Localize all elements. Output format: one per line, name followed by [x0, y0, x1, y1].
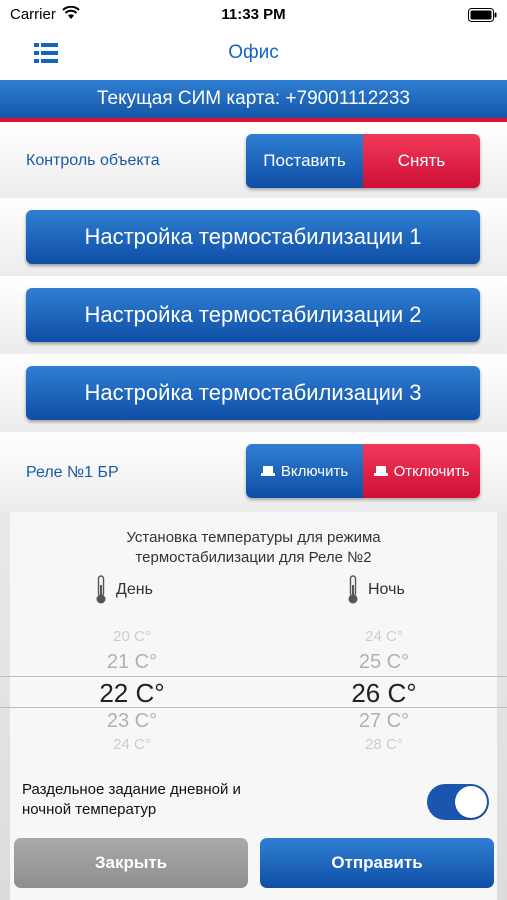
sheet-title-line1: Установка температуры для режима [126, 529, 381, 546]
thermo-settings-3-button[interactable]: Настройка термостабилизации 3 [26, 366, 480, 420]
picker-option[interactable]: 25 C° [324, 651, 444, 674]
picker-option[interactable]: 27 C° [324, 710, 444, 733]
relay-icon [260, 466, 275, 476]
relay-off-label: Отключить [393, 462, 470, 480]
close-button[interactable]: Закрыть [14, 838, 248, 888]
sim-card-text: Текущая СИМ карта: +79001112233 [97, 88, 410, 109]
relay-on-label: Включить [280, 462, 349, 480]
object-control-row: Контроль объекта Поставить Снять [0, 126, 507, 198]
clock: 11:33 PM [221, 6, 286, 23]
picker-option[interactable]: 28 C° [324, 736, 444, 753]
day-column-header: День [94, 575, 153, 605]
page-title: Офис [228, 42, 279, 63]
sheet-title: Установка температуры для режима термост… [0, 528, 507, 568]
night-column-header: Ночь [346, 575, 405, 605]
picker-selected-option[interactable]: 26 C° [324, 678, 444, 709]
sheet-title-line2: термостабилизации для Реле №2 [135, 549, 372, 566]
thermo-row-3: Настройка термостабилизации 3 [0, 354, 507, 432]
send-button[interactable]: Отправить [260, 838, 494, 888]
arm-button[interactable]: Поставить [246, 134, 363, 188]
object-control-label: Контроль объекта [26, 152, 160, 169]
picker-option[interactable]: 21 C° [72, 651, 192, 674]
thermo-row-2: Настройка термостабилизации 2 [0, 276, 507, 354]
relay-segment: Включить Отключить [246, 444, 480, 498]
toggle-knob [455, 786, 487, 818]
navigation-bar: Офис [0, 30, 507, 80]
relay-label: Реле №1 БР [26, 464, 119, 481]
battery-icon [468, 8, 497, 22]
relay-off-button[interactable]: Отключить [363, 444, 480, 498]
picker-selected-option[interactable]: 22 C° [72, 678, 192, 709]
sim-banner: Текущая СИМ карта: +79001112233 [0, 80, 507, 122]
relay-row: Реле №1 БР Включить Отключить [0, 432, 507, 512]
night-temperature-picker[interactable]: 24 C° 25 C° 26 C° 27 C° 28 C° [324, 622, 444, 753]
day-label: День [116, 581, 153, 598]
picker-option[interactable]: 23 C° [72, 710, 192, 733]
relay-on-button[interactable]: Включить [246, 444, 363, 498]
relay-icon [373, 466, 388, 476]
thermometer-icon [96, 575, 106, 604]
thermo-row-1: Настройка термостабилизации 1 [0, 198, 507, 276]
night-label: Ночь [368, 581, 405, 598]
day-temperature-picker[interactable]: 20 C° 21 C° 22 C° 23 C° 24 C° [72, 622, 192, 753]
thermo-settings-2-button[interactable]: Настройка термостабилизации 2 [26, 288, 480, 342]
separate-temperature-toggle[interactable] [427, 784, 489, 820]
separate-temperature-label: Раздельное задание дневной и ночной темп… [22, 780, 241, 820]
disarm-button[interactable]: Снять [363, 134, 480, 188]
picker-option[interactable]: 24 C° [72, 736, 192, 753]
thermometer-icon [348, 575, 358, 604]
status-bar: Carrier 11:33 PM [0, 0, 507, 30]
toggle-label-line1: Раздельное задание дневной и [22, 781, 241, 798]
toggle-label-line2: ночной температур [22, 801, 157, 818]
thermo-settings-1-button[interactable]: Настройка термостабилизации 1 [26, 210, 480, 264]
arm-disarm-segment: Поставить Снять [246, 134, 480, 188]
picker-option[interactable]: 20 C° [72, 628, 192, 645]
picker-option[interactable]: 24 C° [324, 628, 444, 645]
